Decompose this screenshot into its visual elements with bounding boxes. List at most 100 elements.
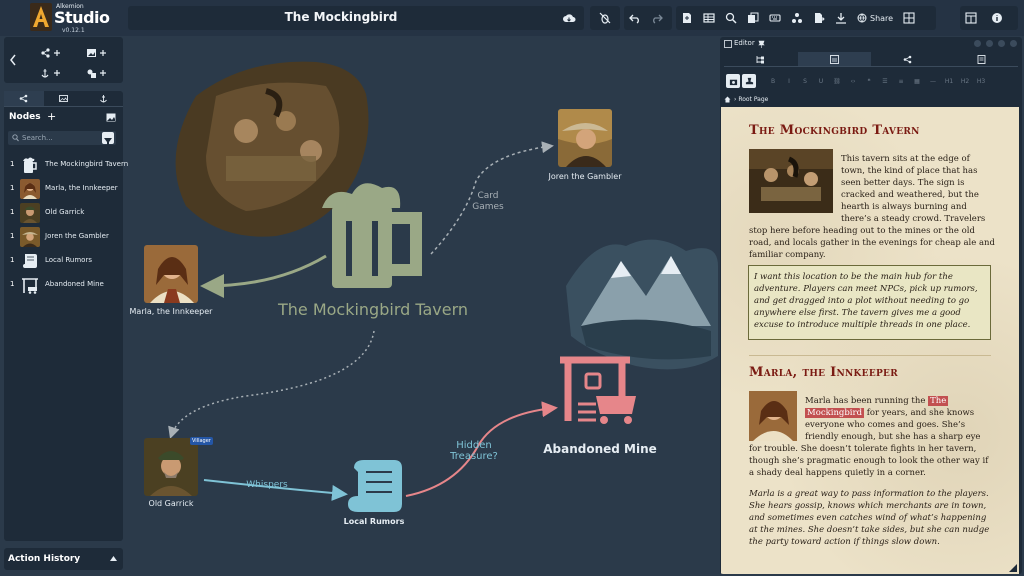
download-button[interactable] (830, 6, 852, 30)
scroll-icon[interactable] (348, 460, 402, 512)
edge-tavern-marla[interactable] (200, 254, 327, 298)
add-anchor-tool[interactable] (40, 64, 62, 78)
info-button[interactable] (982, 6, 1012, 30)
rumors-label[interactable]: Local Rumors (344, 517, 405, 526)
add-link-tool[interactable] (40, 44, 62, 58)
document-title-bar[interactable]: The Mockingbird (128, 6, 584, 30)
table-button[interactable] (698, 6, 720, 30)
node-item-marla[interactable]: 1 Marla, the Innkeeper (4, 177, 123, 201)
tab-images[interactable] (44, 91, 84, 106)
tavern-paragraph: This tavern sits at the edge of town, th… (841, 153, 1011, 225)
node-item-rumors[interactable]: 1 Local Rumors (4, 249, 123, 273)
resize-handle-icon[interactable] (1009, 564, 1017, 572)
heading2-button[interactable]: H2 (958, 74, 972, 88)
close-button[interactable] (1010, 40, 1017, 47)
detach-button[interactable] (998, 40, 1005, 47)
layout-button[interactable] (960, 6, 982, 30)
minimize-button[interactable] (974, 40, 981, 47)
italic-button[interactable]: I (782, 74, 796, 88)
list-button[interactable]: ☰ (878, 74, 892, 88)
text-line: friendly enough, but she has a sharp eye (805, 432, 981, 442)
heading1-button[interactable]: H1 (942, 74, 956, 88)
undo-button[interactable] (624, 6, 646, 30)
tab-graph[interactable] (4, 91, 44, 106)
copy-button[interactable] (742, 6, 764, 30)
filter-button[interactable] (102, 132, 114, 145)
keyboard-button[interactable] (764, 6, 786, 30)
link-button[interactable]: ⛓ (830, 74, 844, 88)
format-toolbar: B I S U ⛓ ‹› ❝ ☰ ≡ ▦ — H1 H2 H3 (724, 71, 1018, 91)
tab-links[interactable] (871, 52, 945, 67)
document-page[interactable]: The Mockingbird Tavern This tavern sits … (721, 107, 1019, 574)
garrick-portrait[interactable] (144, 438, 198, 496)
edge-label-hidden-treasure[interactable]: Hidden Treasure? (450, 440, 498, 462)
maximize-button[interactable] (986, 40, 993, 47)
node-item-garrick[interactable]: 1 Old Garrick (4, 201, 123, 225)
add-image-tool[interactable] (86, 44, 108, 57)
edge-label-card-games[interactable]: Card Games (472, 191, 503, 213)
anchor-icon (99, 95, 107, 103)
tab-notes[interactable] (944, 52, 1018, 67)
table-insert-button[interactable]: ▦ (910, 74, 924, 88)
tankard-icon[interactable] (322, 183, 422, 288)
share-button[interactable]: Share (852, 6, 898, 30)
redo-button[interactable] (646, 6, 668, 30)
mine-icon[interactable] (560, 356, 636, 424)
chevron-left-icon[interactable] (8, 53, 18, 67)
edge-tavern-garrick[interactable] (168, 330, 375, 439)
node-item-tavern[interactable]: 1 The Mockingbird Tavern (4, 153, 128, 177)
mine-label[interactable]: Abandoned Mine (543, 442, 657, 456)
bold-button[interactable]: B (766, 74, 780, 88)
edge-label-line: Whispers (246, 480, 288, 490)
search-input[interactable] (8, 131, 100, 145)
stamp-button[interactable] (742, 74, 756, 88)
image-insert-button[interactable] (726, 74, 740, 88)
edge-label-whispers[interactable]: Whispers (246, 480, 287, 491)
tab-anchors[interactable] (83, 91, 123, 106)
node-label: Abandoned Mine (45, 280, 104, 288)
graph-canvas[interactable]: Joren the Gambler Marla, the Innkeeper V… (126, 36, 718, 576)
text-line: adventure. Players can meet NPCs, pick u… (754, 284, 978, 294)
group-button[interactable] (786, 6, 808, 30)
strike-button[interactable]: S (798, 74, 812, 88)
chevron-up-icon[interactable] (110, 556, 117, 561)
mention-link[interactable]: The (928, 396, 949, 406)
divider-button[interactable]: — (926, 74, 940, 88)
bug-off-icon (599, 12, 611, 24)
marla-portrait[interactable] (144, 245, 198, 303)
cloud-sync-icon[interactable] (562, 11, 576, 25)
add-group-tool[interactable] (86, 64, 108, 78)
document-title[interactable]: The Mockingbird (128, 10, 554, 24)
tab-page[interactable] (797, 52, 871, 67)
home-icon[interactable] (724, 96, 731, 103)
grid-view-button[interactable] (898, 6, 920, 30)
keyboard-icon (769, 14, 781, 22)
code-button[interactable]: ‹› (846, 74, 860, 88)
joren-portrait[interactable] (558, 109, 612, 167)
bug-button[interactable] (590, 6, 620, 30)
heading3-button[interactable]: H3 (974, 74, 988, 88)
ordered-list-button[interactable]: ≡ (894, 74, 908, 88)
node-item-mine[interactable]: 1 Abandoned Mine (4, 273, 123, 297)
filter-icon (104, 138, 112, 145)
export-button[interactable] (808, 6, 830, 30)
search-button[interactable] (720, 6, 742, 30)
action-history-panel[interactable]: Action History (4, 548, 123, 570)
tavern-label[interactable]: The Mockingbird Tavern (278, 300, 468, 319)
new-page-button[interactable] (676, 6, 698, 30)
node-search (8, 131, 116, 145)
add-node-button[interactable]: + (47, 110, 56, 123)
tab-outline[interactable] (724, 52, 798, 67)
underline-button[interactable]: U (814, 74, 828, 88)
quote-button[interactable]: ❝ (862, 74, 876, 88)
mention-link[interactable]: Mockingbird (805, 408, 865, 418)
mountain-painting (566, 239, 718, 370)
marla-image[interactable] (749, 391, 797, 441)
pin-icon[interactable] (758, 40, 765, 48)
image-icon[interactable] (106, 113, 116, 122)
breadcrumb-root[interactable]: Root Page (738, 96, 768, 103)
text-line: anywhere else first. The tavern gives me… (754, 308, 961, 318)
share-nodes-icon (903, 55, 912, 63)
node-item-joren[interactable]: 1 Joren the Gambler (4, 225, 123, 249)
tavern-image[interactable] (749, 149, 833, 213)
